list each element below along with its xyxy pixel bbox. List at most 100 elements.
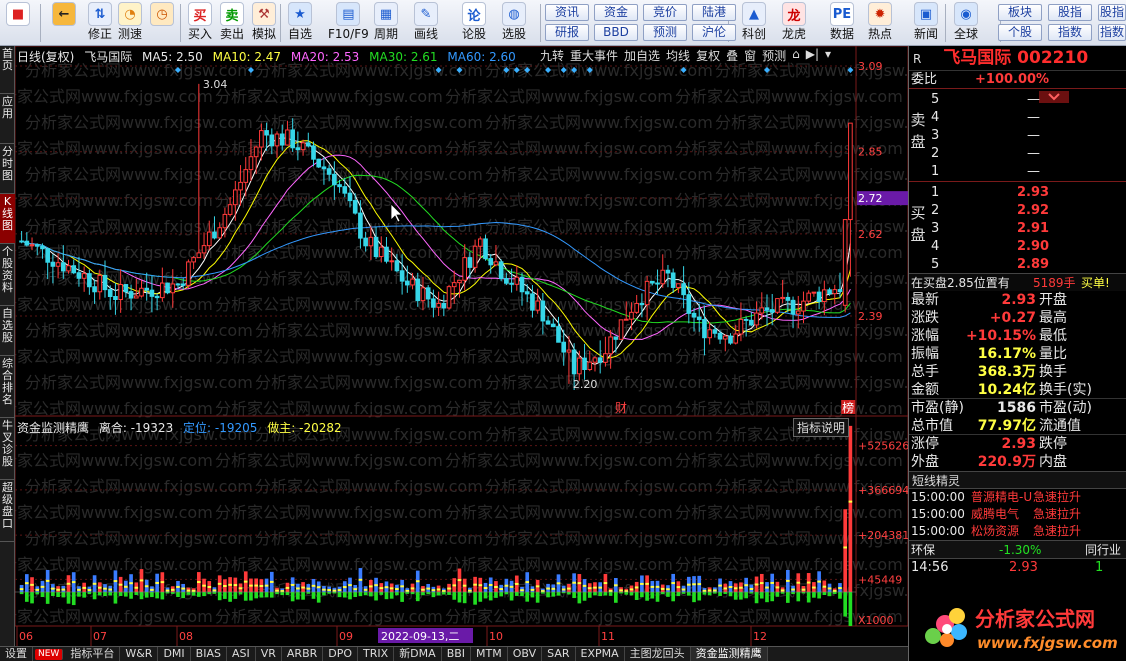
kline-chart-area[interactable]: 分析家公式网www.fxjgsw.com 分析家公式网www.fxjgsw.com…	[0, 45, 943, 646]
watermark-text: 分析家公式网www.fxjgsw.com	[485, 529, 713, 548]
left-tab-3[interactable]: K线图	[0, 194, 15, 244]
sell-level-row[interactable]: 4—	[909, 109, 1126, 127]
sell-level-row[interactable]: 3—	[909, 127, 1126, 145]
sell-level-row[interactable]: 2—	[909, 145, 1126, 163]
chart-button-4[interactable]: 复权	[696, 47, 720, 64]
left-tab-8[interactable]: 超级盘口	[0, 480, 15, 542]
bottom-tab-15[interactable]: SAR	[542, 647, 576, 661]
bottom-tab-8[interactable]: ARBR	[282, 647, 324, 661]
toolbar-grid-button[interactable]: ■	[6, 2, 30, 44]
sell-level-row[interactable]: 1—	[909, 163, 1126, 181]
toolbar-pill-0[interactable]: 资讯	[545, 4, 589, 21]
bottom-tab-0[interactable]: 设置	[0, 647, 33, 661]
bottom-tab-12[interactable]: BBI	[442, 647, 472, 661]
month-label: 06	[19, 630, 33, 643]
chevron-down-icon[interactable]: ▾	[825, 47, 831, 64]
chart-button-5[interactable]: 叠	[726, 47, 738, 64]
bottom-tab-6[interactable]: ASI	[227, 647, 256, 661]
toolbar-hot-button[interactable]: ✹ 热点	[868, 2, 892, 44]
toolbar-pe-button[interactable]: PE 数据	[830, 2, 854, 44]
toolbar-pill-8[interactable]: 板块	[998, 4, 1042, 21]
fund-bar-negative	[686, 592, 691, 596]
chart-button-0[interactable]: 九转	[540, 47, 564, 64]
toolbar-pill-right-0[interactable]: 股指	[1098, 4, 1126, 21]
bottom-tab-10[interactable]: TRIX	[358, 647, 395, 661]
chart-button-6[interactable]: 窗	[744, 47, 756, 64]
toolbar-globe-button[interactable]: ◉ 全球	[954, 2, 978, 44]
indicator-help-button[interactable]: 指标说明	[793, 418, 850, 437]
toolbar-dragon-button[interactable]: 龙龙虎	[782, 2, 806, 44]
toolbar-sell-button[interactable]: 卖卖出	[220, 2, 244, 44]
short-line-item[interactable]: 15:00:00 威腾电气 急速拉升	[909, 506, 1126, 523]
toolbar-pill-2[interactable]: 竞价	[643, 4, 687, 21]
lock-icon[interactable]: ⌂	[792, 47, 800, 64]
left-tab-4[interactable]: 个股资料	[0, 244, 15, 306]
toolbar-pill-6[interactable]: 预测	[643, 24, 687, 41]
toolbar-pill-10[interactable]: 个股	[998, 24, 1042, 41]
bottom-tab-18[interactable]: 资金监测精鹰	[690, 647, 768, 661]
bottom-tab-4[interactable]: DMI	[158, 647, 191, 661]
toolbar-calendar-button[interactable]: ▦ 周期	[374, 2, 398, 44]
toolbar-star-button[interactable]: ★ 自选	[288, 2, 312, 44]
left-tab-7[interactable]: 牛叉诊股	[0, 418, 15, 480]
buy-level-row[interactable]: 5 2.89	[909, 256, 1126, 274]
toolbar-back-arrow-button[interactable]: ←	[52, 2, 76, 44]
buy-level-row[interactable]: 2 2.92	[909, 202, 1126, 220]
toolbar-pill-5[interactable]: BBD	[594, 24, 638, 41]
bottom-tab-5[interactable]: BIAS	[191, 647, 227, 661]
bottom-tab-2[interactable]: 指标平台	[65, 647, 121, 661]
toolbar-discuss-button[interactable]: 论论股	[462, 2, 486, 44]
short-line-item[interactable]: 15:00:00 松炀资源 急速拉升	[909, 523, 1126, 540]
left-tab-2[interactable]: 分时图	[0, 144, 15, 194]
toolbar-hammer-button[interactable]: ⚒ 模拟	[252, 2, 276, 44]
fund-bar-tick	[40, 585, 45, 588]
bottom-tab-13[interactable]: MTM	[471, 647, 508, 661]
bottom-tab-9[interactable]: DPO	[323, 647, 359, 661]
kline-chart-svg[interactable]: 分析家公式网www.fxjgsw.com 分析家公式网www.fxjgsw.com…	[0, 45, 943, 646]
toolbar-chart-button[interactable]: ▲ 科创	[742, 2, 766, 44]
buy-level-row[interactable]: 3 2.91	[909, 220, 1126, 238]
chart-button-7[interactable]: 预测	[762, 47, 786, 64]
bottom-tab-14[interactable]: OBV	[508, 647, 543, 661]
fund-bar-tick	[82, 586, 86, 589]
sell-level-row[interactable]: 5—	[909, 91, 1126, 109]
toolbar-pill-7[interactable]: 沪伦	[692, 24, 736, 41]
sector-row[interactable]: 环保 -1.30% 同行业	[909, 540, 1126, 558]
toolbar-pill-1[interactable]: 资金	[594, 4, 638, 21]
bottom-tab-3[interactable]: W&R	[120, 647, 159, 661]
left-tab-0[interactable]: 首页	[0, 46, 15, 94]
chart-button-2[interactable]: 加自选	[624, 47, 660, 64]
bottom-tab-11[interactable]: 新DMA	[394, 647, 442, 661]
toolbar-speed-button[interactable]: ◔ 测速	[118, 2, 142, 44]
fund-bar-tick	[233, 584, 238, 587]
toolbar-pen-button[interactable]: ✎ 画线	[414, 2, 438, 44]
left-tab-6[interactable]: 综合排名	[0, 356, 15, 418]
toolbar-f10-button[interactable]: ▤ F10/F9	[328, 2, 369, 44]
buy-level-row[interactable]: 1 2.93	[909, 184, 1126, 202]
toolbar-news-button[interactable]: ▣ 新闻	[914, 2, 938, 44]
toolbar-clock-button[interactable]: ◷	[150, 2, 174, 44]
toolbar-pill-9[interactable]: 股指	[1048, 4, 1092, 21]
fund-bar-negative	[546, 592, 550, 598]
bottom-tab-1[interactable]: NEW	[35, 649, 64, 660]
toolbar-up-down-arrow-button[interactable]: ⇅ 修正	[88, 2, 112, 44]
buy-level-row[interactable]: 4 2.90	[909, 238, 1126, 256]
toolbar-pill-11[interactable]: 指数	[1048, 24, 1092, 41]
bottom-tab-7[interactable]: VR	[256, 647, 282, 661]
fund-bar-negative	[342, 592, 347, 598]
toolbar-pill-right-1[interactable]: 指数	[1098, 24, 1126, 41]
fund-bar-tick	[415, 580, 420, 583]
toolbar-pill-4[interactable]: 研报	[545, 24, 589, 41]
toolbar-buy-button[interactable]: 买买入	[188, 2, 212, 44]
chart-button-1[interactable]: 重大事件	[570, 47, 618, 64]
bottom-tab-16[interactable]: EXPMA	[576, 647, 625, 661]
toolbar-select-button[interactable]: ◍ 选股	[502, 2, 526, 44]
left-tab-5[interactable]: 自选股	[0, 306, 15, 356]
toolbar-pill-3[interactable]: 陆港	[692, 4, 736, 21]
fund-bar-tick	[71, 581, 76, 584]
bottom-tab-17[interactable]: 主图龙回头	[625, 647, 691, 661]
expand-icon[interactable]: ▶|	[806, 47, 819, 64]
short-line-item[interactable]: 15:00:00 普源精电-U 急速拉升	[909, 489, 1126, 506]
chart-button-3[interactable]: 均线	[666, 47, 690, 64]
left-tab-1[interactable]: 应用	[0, 94, 15, 144]
